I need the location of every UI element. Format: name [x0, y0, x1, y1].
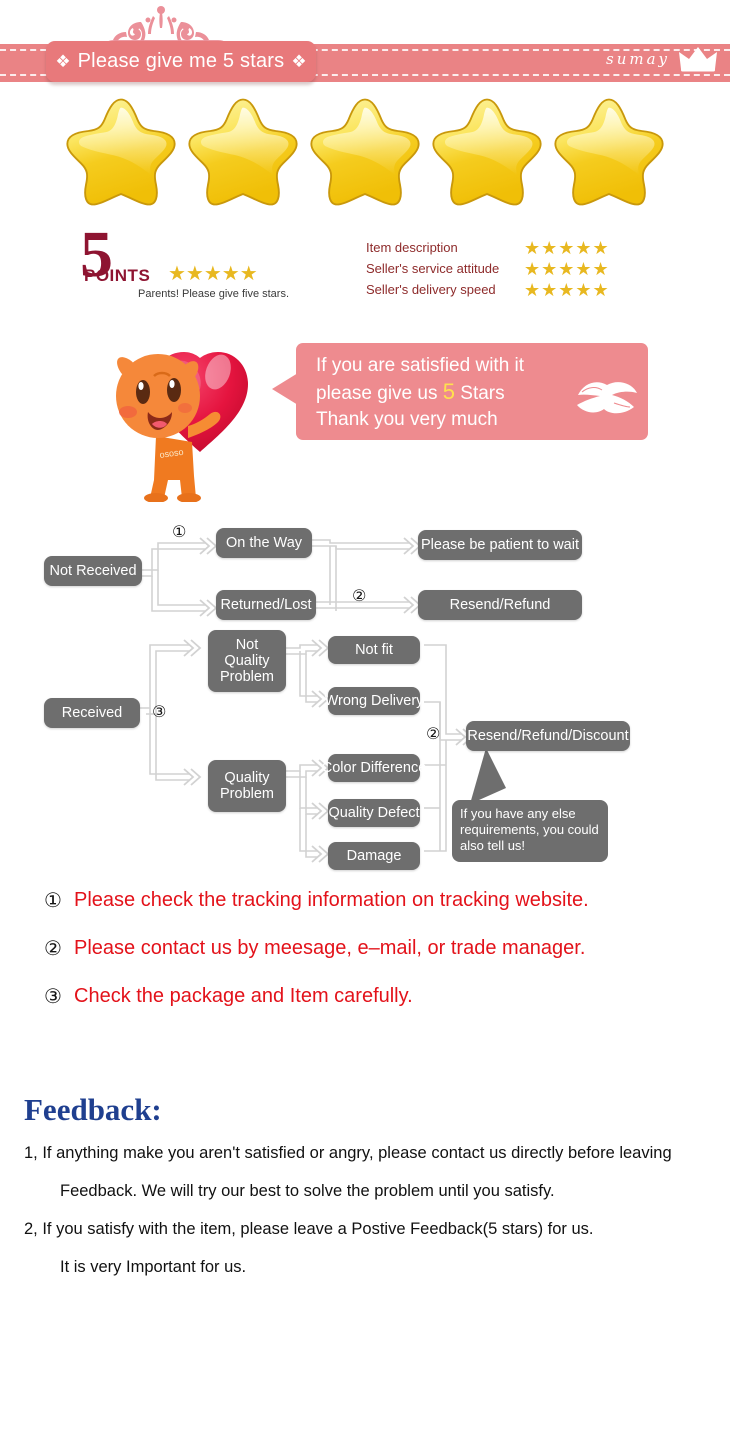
- banner-title: Please give me 5 stars: [77, 50, 285, 72]
- flow-box-please-wait[interactable]: Please be patient to wait: [418, 530, 582, 560]
- flow-marker-2b: ②: [426, 724, 441, 743]
- mascot-with-heart-icon: ososo: [116, 352, 248, 502]
- points-stars: ★★★★★: [168, 263, 258, 285]
- feedback-section: Feedback: 1, If anything make you aren't…: [24, 1090, 724, 1282]
- flow-box-damage[interactable]: Damage: [328, 842, 420, 870]
- five-big-stars: [62, 98, 668, 206]
- flow-callout-bubble: If you have any else requirements, you c…: [452, 800, 608, 862]
- flow-box-received[interactable]: Received: [44, 698, 140, 728]
- flow-box-not-quality-problem[interactable]: Not Quality Problem: [208, 630, 286, 692]
- crown-icon: [679, 47, 717, 72]
- flow-box-resend-refund-discount[interactable]: Resend/Refund/Discount: [466, 721, 630, 751]
- flow-box-not-fit[interactable]: Not fit: [328, 636, 420, 664]
- feedback-line-2b: It is very Important for us.: [60, 1258, 247, 1276]
- flow-box-not-received[interactable]: Not Received: [44, 556, 142, 586]
- note-number: ②: [44, 936, 62, 960]
- rating-row: Seller's service attitude ★★★★★: [366, 258, 646, 279]
- rating-rows: Item description ★★★★★ Seller's service …: [366, 237, 646, 300]
- speech-bubble: If you are satisfied with it please give…: [296, 343, 648, 440]
- feedback-line-1b: Feedback. We will try our best to solve …: [60, 1182, 555, 1200]
- note-row: ② Please contact us by meesage, e–mail, …: [44, 934, 724, 982]
- brand-lockup: sumay: [606, 46, 718, 72]
- bubble-line-3: Thank you very much: [316, 409, 498, 430]
- rating-label: Seller's service attitude: [366, 261, 500, 276]
- ribbon-bow-right-icon: ❖: [291, 52, 307, 71]
- note-text: Check the package and Item carefully.: [74, 985, 413, 1007]
- rating-label: Seller's delivery speed: [366, 282, 496, 297]
- callout-tail: [470, 748, 506, 804]
- gold-star-icon: [554, 98, 664, 206]
- flow-marker-1: ①: [172, 522, 187, 541]
- flow-marker-2a: ②: [352, 586, 367, 605]
- bubble-five-highlight: 5: [442, 379, 455, 404]
- header-banner: ❖ Please give me 5 stars ❖ sumay: [0, 0, 730, 100]
- rating-row: Seller's delivery speed ★★★★★: [366, 279, 646, 300]
- note-text: Please contact us by meesage, e–mail, or…: [74, 937, 586, 959]
- brand-name: sumay: [606, 50, 670, 68]
- speech-bubble-text: If you are satisfied with it please give…: [316, 353, 566, 433]
- feedback-spacer: [24, 1206, 724, 1214]
- bubble-line-2b: Stars: [460, 383, 505, 404]
- points-caption: Parents! Please give five stars.: [138, 288, 290, 300]
- bubble-line-1: If you are satisfied with it: [316, 355, 525, 376]
- flow-box-quality-defect[interactable]: Quality Defect: [328, 799, 420, 827]
- bubble-line-2a: please give us: [316, 383, 438, 404]
- points-label: POINTS: [84, 266, 151, 285]
- feedback-spacer: [24, 1168, 724, 1176]
- note-number: ①: [44, 888, 62, 912]
- flow-box-not-quality-problem-line2: Quality: [224, 653, 270, 669]
- feedback-title: Feedback:: [24, 1092, 162, 1127]
- flow-box-quality-problem-line2: Problem: [220, 786, 274, 802]
- feedback-line-2: 2, If you satisfy with the item, please …: [24, 1220, 594, 1238]
- flow-box-on-the-way[interactable]: On the Way: [216, 528, 312, 558]
- flow-box-quality-problem[interactable]: Quality Problem: [208, 760, 286, 812]
- rating-stars: ★★★★★: [524, 279, 610, 300]
- gold-star-icon: [432, 98, 542, 206]
- rating-stars: ★★★★★: [524, 258, 610, 279]
- support-flowchart: Not Received On the Way Returned/Lost Pl…: [0, 512, 730, 880]
- feedback-spacer: [24, 1244, 724, 1252]
- gold-star-icon: [310, 98, 420, 206]
- rating-stars: ★★★★★: [524, 237, 610, 258]
- flow-box-not-quality-problem-line1: Not: [235, 637, 259, 653]
- banner-title-plaque: ❖ Please give me 5 stars ❖: [46, 41, 316, 82]
- gold-star-icon: [66, 98, 176, 206]
- note-text: Please check the tracking information on…: [74, 889, 589, 911]
- speech-bubble-tail: [272, 373, 298, 405]
- flow-box-resend-refund[interactable]: Resend/Refund: [418, 590, 582, 620]
- flow-box-not-quality-problem-line3: Problem: [220, 669, 274, 685]
- lips-kiss-icon: [577, 382, 637, 414]
- rating-row: Item description ★★★★★: [366, 237, 646, 258]
- ribbon-bow-left-icon: ❖: [55, 52, 71, 71]
- flow-marker-3: ③: [152, 702, 167, 721]
- flow-box-wrong-delivery[interactable]: Wrong Delivery: [325, 687, 423, 715]
- rating-label: Item description: [366, 240, 458, 255]
- flow-box-quality-problem-line1: Quality: [224, 770, 270, 786]
- numbered-notes: ① Please check the tracking information …: [44, 886, 724, 1030]
- note-row: ③ Check the package and Item carefully.: [44, 982, 724, 1030]
- bubble-line-2: please give us 5 Stars: [316, 379, 566, 407]
- five-points-badge: 5 POINTS ★★★★★ Parents! Please give five…: [80, 222, 330, 304]
- feedback-line-1: 1, If anything make you aren't satisfied…: [24, 1144, 672, 1162]
- flow-box-color-difference[interactable]: Color Difference: [322, 754, 426, 782]
- note-number: ③: [44, 984, 62, 1008]
- note-row: ① Please check the tracking information …: [44, 886, 724, 934]
- flow-box-returned-lost[interactable]: Returned/Lost: [216, 590, 316, 620]
- gold-star-icon: [188, 98, 298, 206]
